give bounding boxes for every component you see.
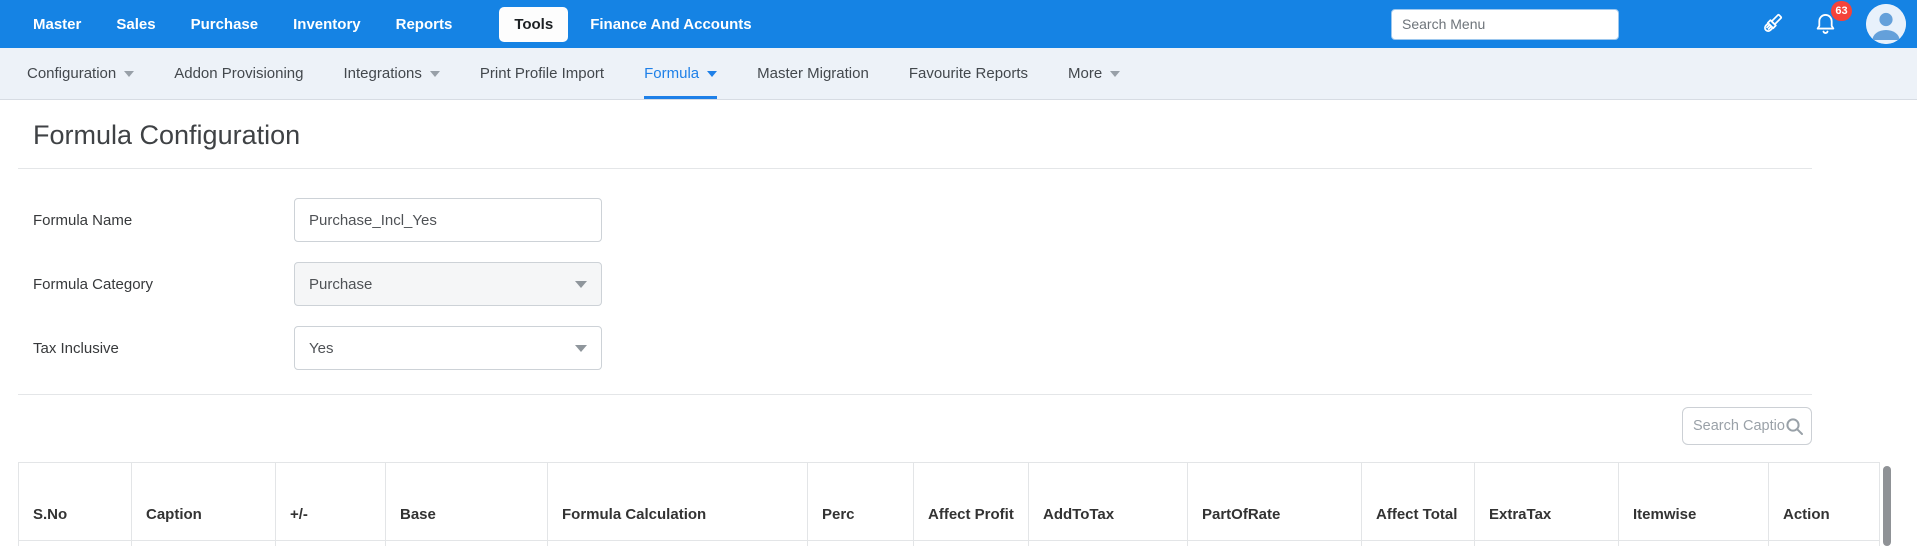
formula-name-label: Formula Name: [33, 212, 294, 229]
notifications-button[interactable]: 63: [1812, 11, 1839, 38]
table-cell: [807, 541, 913, 546]
formula-category-select[interactable]: Purchase: [294, 262, 602, 306]
tax-inclusive-row: Tax Inclusive Yes: [33, 326, 1917, 370]
formula-category-label: Formula Category: [33, 276, 294, 293]
top-nav-item-reports[interactable]: Reports: [396, 16, 453, 33]
top-nav-item-finance-and-accounts[interactable]: Finance And Accounts: [590, 16, 751, 33]
subnav-item-formula[interactable]: Formula: [644, 48, 717, 99]
top-nav-item-sales[interactable]: Sales: [116, 16, 155, 33]
subnav-item-more[interactable]: More: [1068, 48, 1120, 99]
top-nav-menu: Master Sales Purchase Inventory Reports Tools…: [33, 7, 787, 42]
section-divider: [18, 394, 1812, 395]
top-nav-item-purchase[interactable]: Purchase: [191, 16, 259, 33]
top-nav-item-inventory[interactable]: Inventory: [293, 16, 361, 33]
user-avatar[interactable]: [1866, 4, 1906, 44]
subnav-item-favourite-reports[interactable]: Favourite Reports: [909, 48, 1028, 99]
top-navbar: Master Sales Purchase Inventory Reports Tools…: [0, 0, 1917, 48]
table-cell: [547, 541, 807, 546]
subnav-item-label: Formula: [644, 65, 699, 82]
chevron-down-icon: [575, 281, 587, 288]
page-title: Formula Configuration: [33, 116, 1917, 154]
table-cell: [913, 541, 1028, 546]
search-caption-input[interactable]: [1693, 418, 1785, 434]
top-nav-item-tools[interactable]: Tools: [499, 7, 568, 42]
formula-category-value: Purchase: [309, 276, 372, 293]
column-header-caption: Caption: [131, 463, 275, 540]
subnav-item-label: Master Migration: [757, 65, 869, 82]
table-cell: [131, 541, 275, 546]
subnav-item-addon-provisioning[interactable]: Addon Provisioning: [174, 48, 303, 99]
column-header-s-no: S.No: [18, 463, 131, 540]
column-header-addtotax: AddToTax: [1028, 463, 1187, 540]
table-cell: [1768, 541, 1880, 546]
chevron-down-icon: [124, 71, 134, 77]
table-cell: [1187, 541, 1361, 546]
column-header-partofrate: PartOfRate: [1187, 463, 1361, 540]
subnav-item-integrations[interactable]: Integrations: [344, 48, 440, 99]
table-cell: [275, 541, 385, 546]
column-header-base: Base: [385, 463, 547, 540]
subnav-item-label: Integrations: [344, 65, 422, 82]
formula-table: S.NoCaption+/-BaseFormula CalculationPer…: [18, 462, 1880, 546]
top-nav-item-master[interactable]: Master: [33, 16, 81, 33]
subnav-item-label: Favourite Reports: [909, 65, 1028, 82]
column-header-action: Action: [1768, 463, 1880, 540]
secondary-navbar: Configuration Addon Provisioning Integrati…: [0, 48, 1917, 100]
column-header-affect-profit: Affect Profit: [913, 463, 1028, 540]
tax-inclusive-value: Yes: [309, 340, 333, 357]
column-header-perc: Perc: [807, 463, 913, 540]
column-header-extratax: ExtraTax: [1474, 463, 1618, 540]
subnav-item-master-migration[interactable]: Master Migration: [757, 48, 869, 99]
column-header-affect-total: Affect Total: [1361, 463, 1474, 540]
search-icon[interactable]: [1785, 417, 1804, 436]
subnav-item-print-profile-import[interactable]: Print Profile Import: [480, 48, 604, 99]
chevron-down-icon: [430, 71, 440, 77]
table-cell: [385, 541, 547, 546]
tax-inclusive-select[interactable]: Yes: [294, 326, 602, 370]
table-empty-row: [18, 541, 1880, 546]
title-divider: [18, 168, 1812, 169]
paint-brush-icon: [1759, 11, 1785, 37]
search-menu-input[interactable]: [1391, 9, 1619, 40]
tax-inclusive-label: Tax Inclusive: [33, 340, 294, 357]
formula-name-input[interactable]: [294, 198, 602, 242]
table-toolbar: [18, 407, 1812, 445]
theme-brush-button[interactable]: [1759, 11, 1785, 37]
column-header-formula-calculation: Formula Calculation: [547, 463, 807, 540]
formula-name-row: Formula Name: [33, 198, 1917, 242]
person-icon: [1866, 4, 1906, 44]
column-header-itemwise: Itemwise: [1618, 463, 1768, 540]
subnav-item-label: Print Profile Import: [480, 65, 604, 82]
formula-category-row: Formula Category Purchase: [33, 262, 1917, 306]
subnav-item-label: Configuration: [27, 65, 116, 82]
table-cell: [1028, 541, 1187, 546]
subnav-item-configuration[interactable]: Configuration: [27, 48, 134, 99]
chevron-down-icon: [1110, 71, 1120, 77]
table-cell: [1361, 541, 1474, 546]
notification-badge: 63: [1831, 1, 1852, 21]
table-cell: [1474, 541, 1618, 546]
column-header-plus-minus: +/-: [275, 463, 385, 540]
chevron-down-icon: [707, 71, 717, 77]
table-cell: [18, 541, 131, 546]
table-cell: [1618, 541, 1768, 546]
top-nav-right: 63: [1391, 4, 1917, 44]
subnav-item-label: More: [1068, 65, 1102, 82]
chevron-down-icon: [575, 345, 587, 352]
table-scrollbar-thumb[interactable]: [1883, 466, 1891, 546]
search-caption-box: [1682, 407, 1812, 445]
table-header-row: S.NoCaption+/-BaseFormula CalculationPer…: [18, 462, 1880, 541]
subnav-item-label: Addon Provisioning: [174, 65, 303, 82]
